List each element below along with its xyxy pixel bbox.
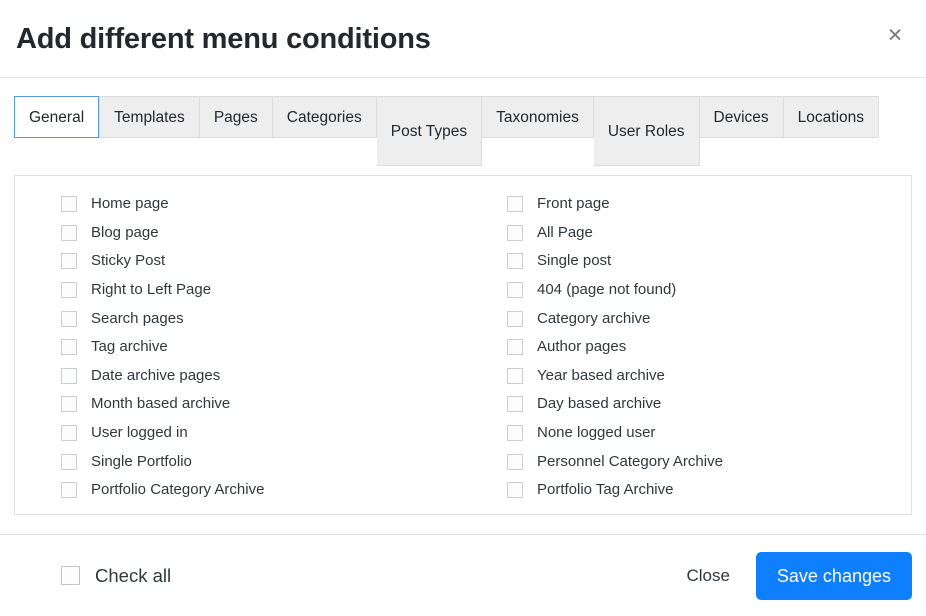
- tab-post-types[interactable]: Post Types: [376, 96, 483, 166]
- condition-checkbox[interactable]: [507, 482, 523, 499]
- condition-row[interactable]: Blog page: [61, 219, 463, 248]
- condition-label[interactable]: Sticky Post: [91, 251, 165, 271]
- condition-row[interactable]: All Page: [507, 219, 911, 248]
- condition-checkbox[interactable]: [507, 310, 523, 327]
- condition-label[interactable]: Personnel Category Archive: [537, 452, 723, 472]
- condition-row[interactable]: Front page: [507, 190, 911, 219]
- footer-actions: Close Save changes: [672, 551, 912, 600]
- tab-bar: General Templates Pages Categories Post Type…: [14, 96, 912, 166]
- condition-row[interactable]: Portfolio Tag Archive: [507, 476, 911, 505]
- check-all-row[interactable]: Check all: [61, 565, 171, 587]
- modal-header: Add different menu conditions ×: [0, 0, 926, 78]
- condition-row[interactable]: 404 (page not found): [507, 276, 911, 305]
- condition-checkbox[interactable]: [507, 196, 523, 213]
- condition-label[interactable]: Portfolio Tag Archive: [537, 480, 673, 500]
- condition-checkbox[interactable]: [507, 253, 523, 270]
- condition-row[interactable]: Day based archive: [507, 390, 911, 419]
- condition-checkbox[interactable]: [61, 396, 77, 413]
- condition-label[interactable]: Category archive: [537, 309, 650, 329]
- condition-row[interactable]: Sticky Post: [61, 247, 463, 276]
- condition-checkbox[interactable]: [61, 453, 77, 470]
- condition-checkbox[interactable]: [507, 425, 523, 442]
- condition-label[interactable]: Tag archive: [91, 337, 168, 357]
- condition-label[interactable]: Year based archive: [537, 366, 665, 386]
- condition-checkbox[interactable]: [507, 339, 523, 356]
- condition-label[interactable]: Blog page: [91, 223, 159, 243]
- condition-row[interactable]: Month based archive: [61, 390, 463, 419]
- condition-checkbox[interactable]: [61, 310, 77, 327]
- modal-body: General Templates Pages Categories Post Type…: [0, 78, 926, 534]
- condition-checkbox[interactable]: [61, 282, 77, 299]
- tab-templates[interactable]: Templates: [99, 96, 200, 138]
- tab-locations[interactable]: Locations: [783, 96, 880, 138]
- tab-devices[interactable]: Devices: [699, 96, 784, 138]
- condition-label[interactable]: Single post: [537, 251, 611, 271]
- condition-checkbox[interactable]: [61, 224, 77, 241]
- condition-row[interactable]: None logged user: [507, 419, 911, 448]
- condition-checkbox[interactable]: [507, 224, 523, 241]
- condition-row[interactable]: Category archive: [507, 304, 911, 333]
- condition-checkbox[interactable]: [507, 396, 523, 413]
- condition-label[interactable]: Author pages: [537, 337, 626, 357]
- condition-checkbox[interactable]: [61, 367, 77, 384]
- page-title: Add different menu conditions: [16, 23, 431, 55]
- condition-label[interactable]: Date archive pages: [91, 366, 220, 386]
- condition-row[interactable]: Single post: [507, 247, 911, 276]
- condition-row[interactable]: Portfolio Category Archive: [61, 476, 463, 505]
- condition-checkbox[interactable]: [507, 282, 523, 299]
- condition-checkbox[interactable]: [61, 253, 77, 270]
- condition-row[interactable]: Author pages: [507, 333, 911, 362]
- condition-checkbox[interactable]: [61, 425, 77, 442]
- menu-conditions-modal: Add different menu conditions × General T…: [0, 0, 926, 616]
- conditions-column-right: Front page All Page Single post 404 (page n…: [463, 190, 911, 505]
- condition-label[interactable]: Month based archive: [91, 394, 230, 414]
- condition-label[interactable]: Portfolio Category Archive: [91, 480, 264, 500]
- condition-row[interactable]: Personnel Category Archive: [507, 447, 911, 476]
- tab-general[interactable]: General: [14, 96, 100, 138]
- tab-categories[interactable]: Categories: [272, 96, 377, 138]
- close-icon[interactable]: ×: [878, 18, 912, 52]
- tab-pages[interactable]: Pages: [199, 96, 273, 138]
- condition-checkbox[interactable]: [507, 453, 523, 470]
- condition-checkbox[interactable]: [61, 196, 77, 213]
- save-changes-button[interactable]: Save changes: [755, 551, 912, 600]
- conditions-column-left: Home page Blog page Sticky Post Right to Le…: [15, 190, 463, 505]
- tab-taxonomies[interactable]: Taxonomies: [482, 96, 594, 138]
- condition-label[interactable]: Home page: [91, 194, 169, 214]
- condition-label[interactable]: All Page: [537, 223, 593, 243]
- conditions-panel: Home page Blog page Sticky Post Right to Le…: [14, 175, 912, 515]
- conditions-grid: Home page Blog page Sticky Post Right to Le…: [15, 190, 911, 505]
- condition-row[interactable]: Home page: [61, 190, 463, 219]
- condition-label[interactable]: 404 (page not found): [537, 280, 676, 300]
- condition-row[interactable]: Single Portfolio: [61, 447, 463, 476]
- condition-checkbox[interactable]: [61, 339, 77, 356]
- condition-row[interactable]: Year based archive: [507, 362, 911, 391]
- condition-label[interactable]: User logged in: [91, 423, 188, 443]
- condition-label[interactable]: Single Portfolio: [91, 452, 192, 472]
- close-button[interactable]: Close: [672, 555, 743, 597]
- condition-row[interactable]: Tag archive: [61, 333, 463, 362]
- modal-footer: Check all Close Save changes: [0, 534, 926, 616]
- condition-row[interactable]: Search pages: [61, 304, 463, 333]
- condition-checkbox[interactable]: [507, 367, 523, 384]
- condition-row[interactable]: User logged in: [61, 419, 463, 448]
- condition-label[interactable]: Right to Left Page: [91, 280, 211, 300]
- condition-checkbox[interactable]: [61, 482, 77, 499]
- condition-row[interactable]: Right to Left Page: [61, 276, 463, 305]
- condition-row[interactable]: Date archive pages: [61, 362, 463, 391]
- check-all-label[interactable]: Check all: [95, 565, 171, 587]
- condition-label[interactable]: None logged user: [537, 423, 655, 443]
- tab-user-roles[interactable]: User Roles: [593, 96, 700, 166]
- condition-label[interactable]: Day based archive: [537, 394, 661, 414]
- condition-label[interactable]: Front page: [537, 194, 610, 214]
- check-all-checkbox[interactable]: [61, 566, 80, 585]
- condition-label[interactable]: Search pages: [91, 309, 184, 329]
